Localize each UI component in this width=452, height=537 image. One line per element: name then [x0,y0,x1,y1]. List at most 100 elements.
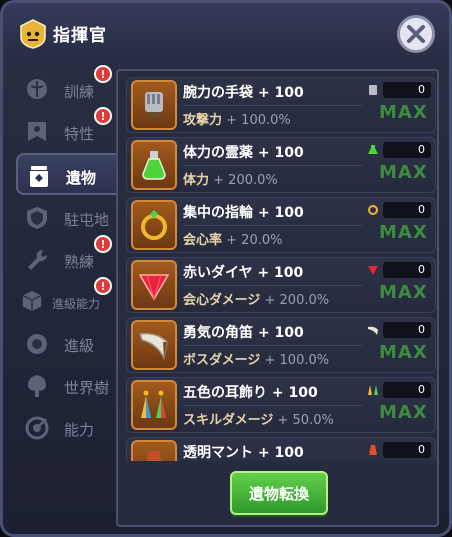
sidebar-item-training[interactable]: 訓練 ! [16,65,114,111]
max-label: MAX [379,402,428,423]
red-diamond-icon [138,274,170,301]
stat-value: + 100.0% [226,113,291,128]
relic-icon-frame [131,80,177,130]
sidebar-item-label: 特性 [64,125,95,143]
stat-name: 会心ダメージ [183,293,261,308]
stat-value: + 100.0% [264,353,330,368]
divider [183,165,363,166]
sidebar-item-relics[interactable]: 遺物 [16,153,116,195]
gauntlet-icon [145,92,163,119]
potion-mini-icon [368,145,378,154]
title-bar: 指揮官 [3,3,449,65]
alert-badge: ! [94,235,112,253]
shield-icon [27,207,47,229]
stat-value: + 200.0% [264,293,330,308]
relic-row[interactable]: 勇気の角笛 + 100 ボスダメージ + 100.0% 0 MAX [126,317,436,373]
stat-value: + 20.0% [226,233,283,248]
relic-count: 0 [383,142,431,158]
page-title: 指揮官 [53,26,107,46]
ring-mini-icon [368,205,378,215]
alert-badge: ! [94,65,112,83]
commander-window: 指揮官 訓練 ! 特性 ! 遺物 駐屯地 熟練 ! 進級能力 ! 進級 世界樹 … [0,0,452,537]
potion-icon [142,151,166,180]
tree-icon [28,375,46,397]
sidebar-item-abilities[interactable]: 能力 [16,407,114,449]
close-icon [407,25,425,43]
divider [183,285,363,286]
sidebar-item-world-tree[interactable]: 世界樹 [16,365,114,407]
cube-icon [22,290,42,312]
relic-row[interactable]: 透明マント + 100 0 [126,437,436,461]
divider [183,105,363,106]
relic-stat: 会心ダメージ + 200.0% [183,289,329,308]
target-icon [25,416,49,440]
stat-name: 攻撃力 [183,113,223,128]
sidebar: 訓練 ! 特性 ! 遺物 駐屯地 熟練 ! 進級能力 ! 進級 世界樹 能力 [16,65,116,527]
sidebar-item-label: 遺物 [66,169,97,187]
relic-count: 0 [383,82,431,98]
stat-name: 会心率 [183,233,223,248]
commander-emblem-icon [20,19,46,49]
cloak-icon [146,451,162,461]
relic-icon-frame [131,260,177,310]
sidebar-item-label: 訓練 [64,83,95,101]
stat-value: + 50.0% [277,413,334,428]
relic-stat: 攻撃力 + 100.0% [183,109,291,128]
relic-icon-frame [131,440,177,461]
sidebar-item-traits[interactable]: 特性 ! [16,107,114,153]
relic-icon-frame [131,200,177,250]
sidebar-item-advancement[interactable]: 進級 [16,323,114,365]
sidebar-item-label: 能力 [64,421,95,439]
stat-value: + 200.0% [213,173,278,188]
relic-count: 0 [383,262,431,278]
max-label: MAX [379,342,428,363]
sidebar-item-advancement-abilities[interactable]: 進級能力 ! [16,277,114,323]
sidebar-item-label: 世界樹 [64,379,110,397]
relic-row[interactable]: 赤いダイヤ + 100 会心ダメージ + 200.0% 0 MAX [126,257,436,313]
relic-count: 0 [383,322,431,338]
sidebar-item-label: 駐屯地 [64,211,110,229]
relic-icon-frame [131,380,177,430]
stat-name: 体力 [183,173,210,188]
max-label: MAX [379,282,428,303]
relic-name: 透明マント + 100 [183,445,304,461]
stat-name: ボスダメージ [183,353,261,368]
close-button[interactable] [397,15,435,53]
relic-row[interactable]: 腕力の手袋 + 100 攻撃力 + 100.0% 0 MAX [126,77,436,133]
relic-jar-icon [30,166,48,187]
divider [183,345,363,346]
sidebar-item-mastery[interactable]: 熟練 ! [16,235,114,281]
alert-badge: ! [94,277,112,295]
relic-count: 0 [383,382,431,398]
earring-icon [141,390,166,418]
earring-mini-icon [368,385,378,395]
relic-name: 五色の耳飾り + 100 [183,385,318,401]
horn-icon [138,332,168,361]
red-diamond-mini-icon [368,266,378,275]
relic-convert-button[interactable]: 遺物転換 [230,471,328,515]
sidebar-item-label: 熟練 [64,253,95,271]
relic-stat: 会心率 + 20.0% [183,229,282,248]
relic-row[interactable]: 体力の霊薬 + 100 体力 + 200.0% 0 MAX [126,137,436,193]
wrench-icon [28,250,48,270]
brain-icon [27,79,47,99]
relic-row[interactable]: 集中の指輪 + 100 会心率 + 20.0% 0 MAX [126,197,436,253]
medal-icon [27,334,47,354]
sidebar-item-label: 進級 [64,337,95,355]
sidebar-item-label: 進級能力 [52,297,101,311]
max-label: MAX [379,222,428,243]
ring-icon [141,210,167,240]
relic-list[interactable]: 腕力の手袋 + 100 攻撃力 + 100.0% 0 MAX 体力の霊薬 + 1… [126,75,436,461]
relic-icon-frame [131,320,177,370]
relic-name: 勇気の角笛 + 100 [183,325,304,341]
sidebar-item-garrison[interactable]: 駐屯地 [16,197,114,239]
divider [183,225,363,226]
relic-name: 体力の霊薬 + 100 [183,145,304,161]
relic-stat: ボスダメージ + 100.0% [183,349,329,368]
relic-row[interactable]: 五色の耳飾り + 100 スキルダメージ + 50.0% 0 MAX [126,377,436,433]
relic-stat: スキルダメージ + 50.0% [183,409,334,428]
divider [183,405,363,406]
horn-mini-icon [368,326,378,335]
alert-badge: ! [94,107,112,125]
cloak-mini-icon [369,445,377,455]
